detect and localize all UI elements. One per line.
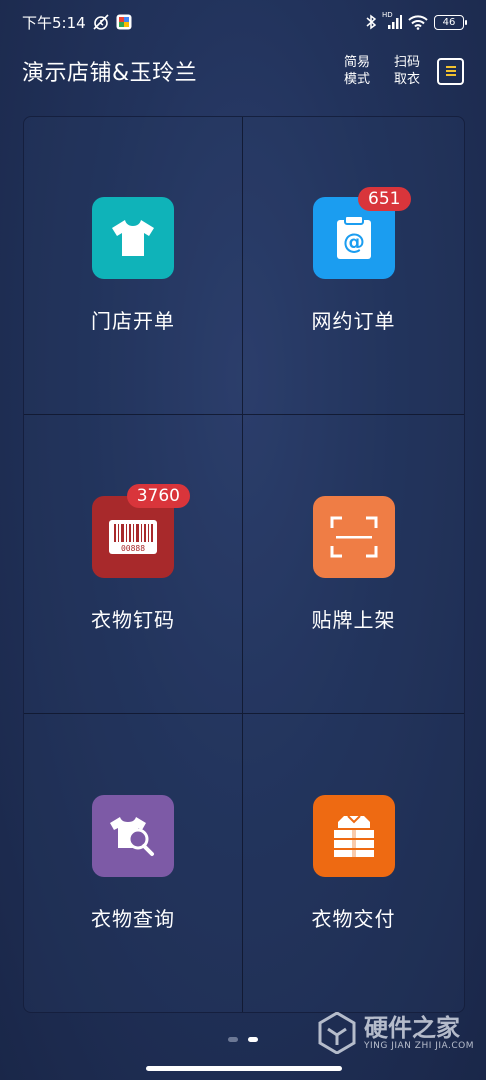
barcode-icon: 00888 3760 — [92, 483, 190, 578]
page-dot-active[interactable] — [248, 1037, 258, 1042]
battery-indicator: 46 — [434, 14, 467, 30]
page-title: 演示店铺&玉玲兰 — [22, 61, 198, 86]
tile-label: 衣物钉码 — [91, 607, 175, 632]
online-orders-badge: 651 — [358, 187, 411, 211]
simple-mode-button[interactable]: 简易 模式 — [343, 54, 371, 88]
tile-label: 网约订单 — [311, 309, 396, 333]
folded-shirts-icon — [312, 794, 395, 877]
watermark-sub: YING JIAN ZHI JIA.COM — [364, 1041, 475, 1051]
status-bar: 下午5:14 HD 46 — [0, 0, 486, 44]
watermark-name: 硬件之家 — [364, 1014, 460, 1042]
alarm-muted-icon — [92, 14, 110, 30]
tile-clothes-delivery[interactable]: 衣物交付 — [243, 714, 464, 1012]
app-notification-icon — [116, 14, 132, 30]
tile-label: 门店开单 — [91, 309, 175, 333]
tile-label: 衣物交付 — [311, 906, 396, 931]
svg-text:@: @ — [343, 230, 365, 255]
tile-store-order[interactable]: 门店开单 — [24, 117, 243, 415]
scan-frame-icon — [312, 495, 395, 578]
clipboard-at-icon: @ 651 — [312, 187, 411, 279]
tagging-badge: 3760 — [126, 483, 190, 508]
tile-label: 衣物查询 — [91, 906, 175, 931]
tshirt-icon — [92, 197, 174, 279]
signal-icon: HD — [382, 11, 402, 30]
barcode-number: 00888 — [121, 544, 145, 553]
tile-clothes-search[interactable]: 衣物查询 — [24, 714, 243, 1012]
bluetooth-icon — [366, 14, 376, 30]
scan-pickup-icon[interactable] — [437, 57, 464, 85]
watermark-logo-icon — [318, 1012, 356, 1054]
clock: 下午5:14 — [22, 13, 86, 32]
scan-pickup-button[interactable]: 扫码 取衣 — [393, 54, 421, 88]
watermark: 硬件之家 YING JIAN ZHI JIA.COM — [318, 1012, 474, 1054]
tile-clothes-tagging[interactable]: 00888 3760 衣物钉码 — [24, 415, 243, 714]
shirt-search-icon — [92, 794, 174, 877]
tile-online-orders[interactable]: @ 651 网约订单 — [243, 117, 464, 415]
home-indicator[interactable] — [146, 1066, 342, 1071]
app-header: 演示店铺&玉玲兰 简易 模式 扫码 取衣 — [0, 44, 486, 98]
tile-label: 贴牌上架 — [311, 607, 396, 632]
tile-label-shelving[interactable]: 贴牌上架 — [243, 415, 464, 714]
page-dot[interactable] — [228, 1037, 238, 1042]
wifi-icon — [408, 14, 428, 30]
network-type-label: HD — [382, 11, 393, 19]
function-grid: 门店开单 @ 651 网约订单 00888 3760 衣物钉码 贴牌上架 衣物查… — [23, 116, 465, 1013]
